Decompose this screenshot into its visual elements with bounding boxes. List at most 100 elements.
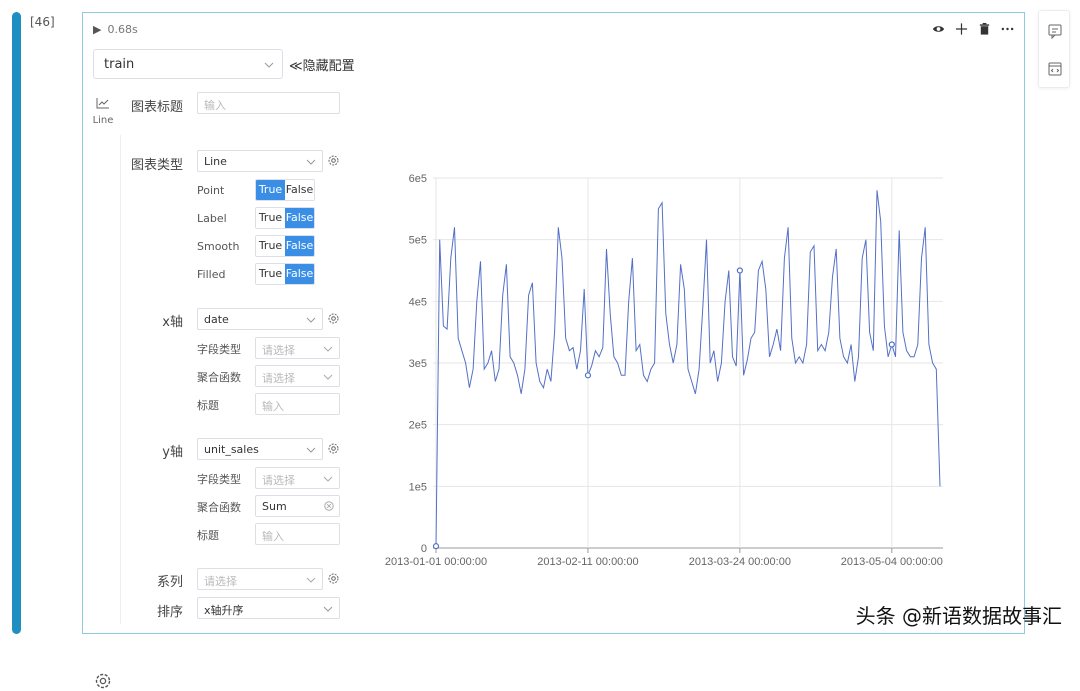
smooth-true[interactable]: True — [256, 236, 285, 256]
x-agg-placeholder: 请选择 — [262, 372, 295, 385]
sort-select[interactable]: x轴升序 — [197, 597, 340, 619]
y-field-type-label: 字段类型 — [197, 473, 241, 486]
eye-icon[interactable] — [932, 22, 945, 36]
x-title-label: 标题 — [197, 399, 219, 412]
clear-circle-icon[interactable] — [324, 501, 334, 511]
filled-true[interactable]: True — [256, 264, 285, 284]
hide-config-button[interactable]: ≪隐藏配置 — [289, 55, 355, 74]
trash-icon[interactable] — [978, 22, 991, 36]
y-field-type-select[interactable]: 请选择 — [255, 467, 340, 489]
sort-label: 排序 — [156, 605, 183, 620]
label-true[interactable]: True — [256, 208, 285, 228]
data-point — [432, 543, 440, 550]
y-tick-label: 4e5 — [409, 296, 427, 308]
filled-false[interactable]: False — [285, 264, 314, 284]
smooth-label: Smooth — [197, 240, 240, 253]
chart-tabs: Line — [85, 89, 122, 689]
x-field-type-select[interactable]: 请选择 — [255, 337, 340, 359]
y-axis-gear-icon[interactable] — [327, 442, 340, 455]
smooth-toggle[interactable]: True False — [255, 235, 315, 257]
watermark: 头条 @新语数据故事汇 — [855, 604, 1062, 628]
y-title-label: 标题 — [197, 529, 219, 542]
x-field-type-placeholder: 请选择 — [262, 344, 295, 357]
label-false[interactable]: False — [285, 208, 314, 228]
point-label: Point — [197, 184, 225, 197]
more-icon[interactable] — [1001, 22, 1014, 36]
data-point — [584, 372, 592, 379]
chevron-down-icon — [323, 346, 333, 352]
x-axis-gear-icon[interactable] — [327, 312, 340, 325]
y-axis-label: y轴 — [162, 445, 183, 460]
chart-type-label: 图表类型 — [130, 158, 183, 173]
data-point — [736, 267, 743, 274]
execution-count: [46] — [30, 15, 55, 29]
x-field-type-label: 字段类型 — [197, 343, 241, 356]
y-agg-select[interactable]: Sum — [255, 495, 340, 517]
y-tick-label: 2e5 — [409, 420, 427, 432]
y-title-input[interactable]: 输入 — [255, 523, 340, 545]
y-tick-label: 1e5 — [409, 481, 427, 493]
series-gear-icon[interactable] — [327, 572, 340, 585]
x-agg-select[interactable]: 请选择 — [255, 365, 340, 387]
point-true[interactable]: True — [256, 180, 285, 200]
x-tick-label: 2013-03-24 00:00:00 — [689, 556, 791, 568]
y-agg-value: Sum — [262, 500, 287, 513]
data-point — [888, 341, 895, 348]
x-axis-field-value: date — [204, 313, 229, 326]
series-line — [435, 190, 941, 547]
x-title-input[interactable]: 输入 — [255, 393, 340, 415]
settings-gear-icon[interactable] — [93, 671, 113, 691]
cell-active-bar — [12, 12, 21, 634]
x-axis-label: x轴 — [162, 315, 183, 330]
chevron-down-icon — [264, 62, 274, 68]
label-label: Label — [197, 212, 227, 225]
dataset-value: train — [104, 57, 135, 72]
tab-line-label: Line — [92, 115, 114, 126]
y-axis-field-select[interactable]: unit_sales — [197, 438, 323, 460]
chart-type-value: Line — [204, 155, 227, 168]
point-false[interactable]: False — [285, 180, 314, 200]
point-toggle[interactable]: True False — [255, 179, 315, 201]
chart-title-input[interactable]: 输入 — [197, 92, 340, 114]
series-placeholder: 请选择 — [204, 575, 237, 588]
filled-label: Filled — [197, 268, 226, 281]
line-chart: 0 1e5 2e5 3e5 4e5 5e5 6e5 2013-01-01 00:00:00 20… — [385, 173, 943, 568]
y-tick-label: 5e5 — [409, 235, 427, 247]
chevron-down-icon — [306, 447, 316, 453]
chart-type-select[interactable]: Line — [197, 150, 323, 172]
chart-title-label: 图表标题 — [130, 100, 183, 115]
plus-icon[interactable] — [955, 22, 968, 36]
y-agg-label: 聚合函数 — [197, 501, 241, 514]
notebook-cell: ▶ 0.68s train ≪隐藏配置 Line 图表标题 输入 图表类型 Lin… — [82, 12, 1025, 689]
config-form: 图表标题 输入 图表类型 Line Point True False Label … — [121, 89, 351, 629]
code-panel-icon[interactable] — [1047, 61, 1063, 77]
label-toggle[interactable]: True False — [255, 207, 315, 229]
y-field-type-placeholder: 请选择 — [262, 474, 295, 487]
chevron-down-icon — [306, 317, 316, 323]
y-tick-label: 0 — [421, 543, 427, 555]
series-select[interactable]: 请选择 — [197, 568, 323, 590]
chevron-down-icon — [323, 606, 333, 612]
cell-toolbar — [932, 22, 1014, 36]
chevron-down-icon — [306, 577, 316, 583]
chevron-down-icon — [323, 374, 333, 380]
comment-icon[interactable] — [1047, 23, 1063, 39]
y-axis-field-value: unit_sales — [204, 443, 259, 456]
play-icon[interactable]: ▶ — [93, 23, 101, 36]
chevron-down-icon — [306, 159, 316, 165]
dataset-select[interactable]: train — [93, 49, 283, 79]
x-agg-label: 聚合函数 — [197, 371, 241, 384]
y-tick-label: 6e5 — [409, 173, 427, 185]
run-info: ▶ 0.68s — [93, 23, 138, 36]
x-tick-label: 2013-01-01 00:00:00 — [385, 556, 487, 568]
x-tick-label: 2013-02-11 00:00:00 — [537, 556, 638, 568]
filled-toggle[interactable]: True False — [255, 263, 315, 285]
x-axis-field-select[interactable]: date — [197, 308, 323, 330]
x-tick-label: 2013-05-04 00:00:00 — [841, 556, 943, 568]
tab-line[interactable]: Line — [85, 89, 122, 135]
smooth-false[interactable]: False — [285, 236, 314, 256]
sort-value: x轴升序 — [204, 604, 244, 617]
chart-type-gear-icon[interactable] — [327, 154, 340, 167]
chevron-down-icon — [323, 476, 333, 482]
line-chart-icon — [96, 98, 109, 109]
